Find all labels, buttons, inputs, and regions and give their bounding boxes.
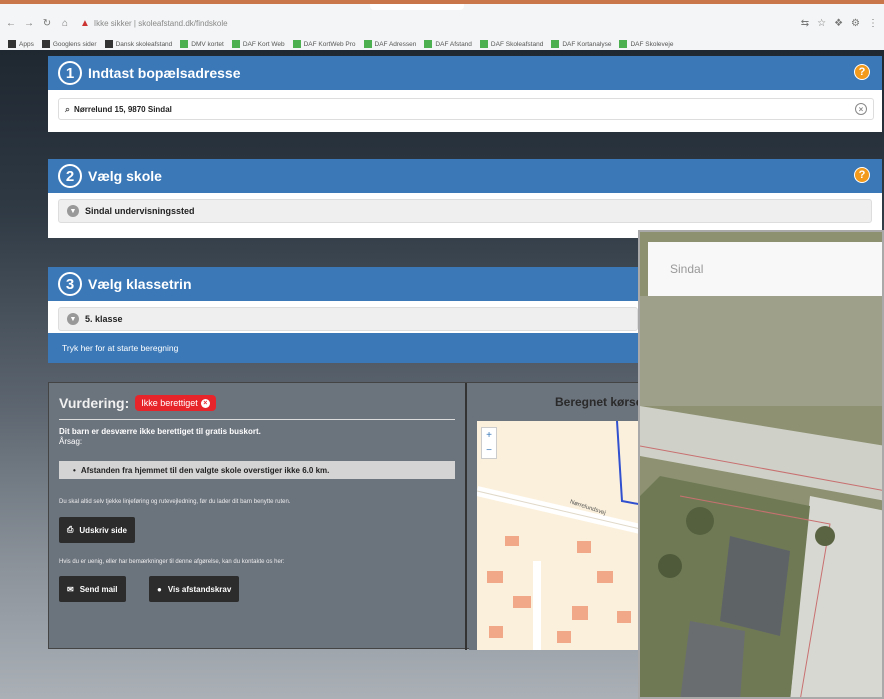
divider [59,419,455,420]
chevron-down-icon: ▼ [67,205,79,217]
step-1-body: ⌕ Nørrelund 15, 9870 Sindal × [48,90,882,132]
bookmark[interactable]: Dansk skoleafstand [104,40,172,48]
bookmark[interactable]: DAF Skoleveje [619,40,673,48]
reason-item: • Afstanden fra hjemmet til den valgte s… [59,461,455,479]
photo-location-label: Sindal [670,262,704,276]
step-number: 1 [58,61,82,85]
bookmark-icon [231,40,240,48]
route-map[interactable]: Nørrelundsvej + − [477,421,649,650]
star-icon[interactable]: ☆ [817,18,826,29]
address-row: ← → ↻ ⌂ ▲ Ikke sikker | skoleafstand.dk/… [0,12,884,34]
menu-icon[interactable]: ⋮ [868,18,878,29]
bookmark-icon [41,40,50,48]
bookmark-icon [479,40,488,48]
step-title: Indtast bopælsadresse [88,65,241,81]
zoom-control: + − [481,427,497,459]
help-icon[interactable]: ? [854,64,870,80]
bookmark[interactable]: DAF Afstand [424,40,472,48]
step-1-header: 1 Indtast bopælsadresse ? [48,56,882,90]
photo-location-header: Sindal [648,242,882,296]
aerial-photo [640,296,882,697]
search-icon: ⌕ [65,103,71,114]
distance-requirements-button[interactable]: ● Vis afstandskrav [149,576,240,602]
result-panel: Vurdering: Ikke berettiget × Dit barn er… [48,382,675,650]
status-badge: Ikke berettiget × [135,395,216,411]
bookmark[interactable]: DAF Kort Web [231,40,285,48]
close-circle-icon: × [200,398,210,408]
bullet-icon: • [73,465,76,475]
print-button-label: Udskriv side [79,525,127,535]
status-badge-text: Ikke berettiget [141,398,198,408]
print-button[interactable]: ⎙ Udskriv side [59,517,135,543]
apps-icon [8,40,16,48]
bookmark[interactable]: Googlens sider [41,40,97,48]
help-icon[interactable]: ? [854,167,870,183]
print-icon: ⎙ [67,525,74,534]
step-3-header: 3 Vælg klassetrin [48,267,648,301]
school-value: Sindal undervisningssted [85,206,195,216]
bookmark[interactable]: Apps [8,40,34,48]
info-icon: ● [157,584,162,594]
distance-requirements-label: Vis afstandskrav [167,584,232,594]
bookmark-icon [551,40,560,48]
bookmark[interactable]: DAF KortWeb Pro [292,40,356,48]
bookmark-icon [180,40,189,48]
calc-label: Tryk her for at starte beregning [62,343,179,353]
step-title: Vælg klassetrin [88,276,192,292]
send-mail-label: Send mail [79,584,118,594]
map-canvas [477,421,649,650]
aerial-photo-window[interactable]: Sindal [638,230,884,699]
url-bar[interactable]: ▲ Ikke sikker | skoleafstand.dk/findskol… [80,18,228,29]
back-icon[interactable]: ← [4,18,18,29]
address-search-input[interactable]: ⌕ Nørrelund 15, 9870 Sindal × [58,98,874,120]
reason-label: Årsag: [59,437,83,446]
mail-icon: ✉ [67,584,74,594]
zoom-in-icon[interactable]: + [486,430,492,441]
bookmark-icon [292,40,301,48]
step-title: Vælg skole [88,168,162,184]
assessment-label: Vurdering: [59,395,130,411]
step-number: 3 [58,272,82,296]
result-message: Dit barn er desværre ikke berettiget til… [59,427,261,436]
bookmark[interactable]: DMV kortet [180,40,224,48]
bookmark-icon [363,40,372,48]
translate-icon[interactable]: ⇆ [801,18,809,29]
step-number: 2 [58,164,82,188]
grade-select[interactable]: ▼ 5. klasse [58,307,638,331]
forward-icon[interactable]: → [22,18,36,29]
bookmark-icon [619,40,628,48]
chevron-down-icon: ▼ [67,313,79,325]
browser-chrome: ← → ↻ ⌂ ▲ Ikke sikker | skoleafstand.dk/… [0,0,884,50]
bookmark[interactable]: DAF Skoleafstand [479,40,543,48]
route-disclaimer: Du skal altid selv tjekke linjeføring og… [59,499,291,505]
route-map-column: Beregnet kørselsrute Nørrelundsvej + − [469,383,675,650]
bookmark[interactable]: DAF Kortanalyse [551,40,611,48]
contact-note: Hvis du er uenig, eller har bemærkninger… [59,559,285,565]
step-2-header: 2 Vælg skole ? [48,159,882,193]
warning-icon: ▲ [80,17,90,29]
url-text: Ikke sikker | skoleafstand.dk/findskole [93,18,228,28]
clear-icon[interactable]: × [855,103,867,115]
reason-text: Afstanden fra hjemmet til den valgte sko… [80,465,330,475]
send-mail-button[interactable]: ✉ Send mail [59,576,126,602]
reload-icon[interactable]: ↻ [40,18,54,29]
extension-icon[interactable]: ❖ [834,18,843,29]
zoom-out-icon[interactable]: − [486,445,492,456]
address-value: Nørrelund 15, 9870 Sindal [74,104,172,114]
bookmark-icon [424,40,433,48]
settings-icon[interactable]: ⚙ [851,18,860,29]
active-tab[interactable] [370,4,464,10]
bookmark[interactable]: DAF Adressen [363,40,416,48]
home-icon[interactable]: ⌂ [58,18,72,29]
grade-value: 5. klasse [85,314,123,324]
bookmark-icon [104,40,113,48]
assessment-column: Vurdering: Ikke berettiget × Dit barn er… [49,383,467,650]
school-select[interactable]: ▼ Sindal undervisningssted [58,199,872,223]
start-calculation-button[interactable]: Tryk her for at starte beregning [48,333,648,363]
